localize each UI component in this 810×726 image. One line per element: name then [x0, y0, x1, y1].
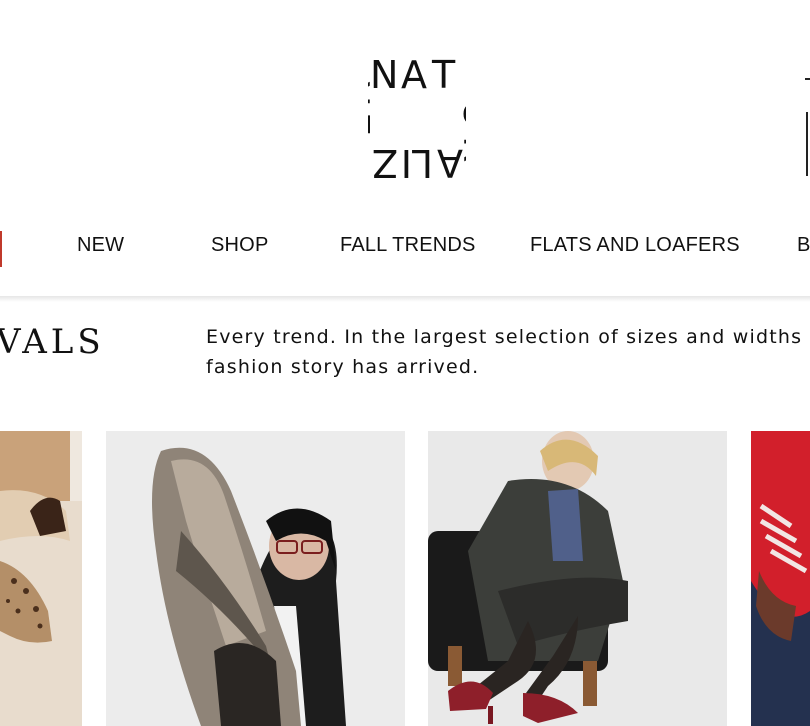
nav-item-new[interactable]: NEW — [77, 234, 124, 257]
header-divider — [0, 296, 810, 302]
svg-text:L: L — [412, 141, 433, 185]
svg-text:U: U — [455, 100, 466, 128]
product-card-red-sneaker[interactable] — [751, 431, 810, 726]
brand-logo[interactable]: N A T U R A L I Z E R — [368, 52, 466, 186]
leopard-boot-photo — [0, 431, 82, 726]
svg-text:A: A — [401, 53, 427, 97]
site-header: N A T U R A L I Z E R NEW SHOP FALL TREN… — [0, 0, 810, 298]
nav-item-flats-and-loafers[interactable]: FLATS AND LOAFERS — [530, 234, 740, 257]
nav-item-b[interactable]: B — [797, 234, 810, 257]
section-title: VALS — [0, 322, 105, 362]
product-card-leopard-boot[interactable] — [0, 431, 82, 726]
product-card-metallic-loafer[interactable] — [106, 431, 405, 726]
section-description-line: fashion story has arrived. — [206, 356, 480, 378]
svg-text:R: R — [368, 81, 379, 107]
nav-active-marker — [0, 231, 2, 267]
svg-text:I: I — [401, 141, 412, 185]
product-card-red-heel[interactable] — [428, 431, 727, 726]
svg-text:Z: Z — [372, 141, 398, 185]
section-description: Every trend. In the largest selection of… — [206, 322, 810, 382]
nav-item-shop[interactable]: SHOP — [211, 234, 268, 257]
metallic-loafer-photo — [106, 431, 405, 726]
nav-item-fall-trends[interactable]: FALL TRENDS — [340, 234, 476, 257]
utility-icon-edge[interactable] — [805, 78, 810, 80]
red-heel-model-photo — [428, 431, 727, 726]
svg-text:E: E — [368, 113, 379, 137]
section-description-line: Every trend. In the largest selection of… — [206, 326, 803, 348]
naturalizer-logo-mark: N A T U R A L I Z E R — [368, 53, 466, 185]
svg-text:A: A — [437, 141, 463, 185]
svg-text:T: T — [431, 53, 456, 97]
utility-panel-edge[interactable] — [806, 112, 810, 176]
red-sneaker-photo — [751, 431, 810, 726]
